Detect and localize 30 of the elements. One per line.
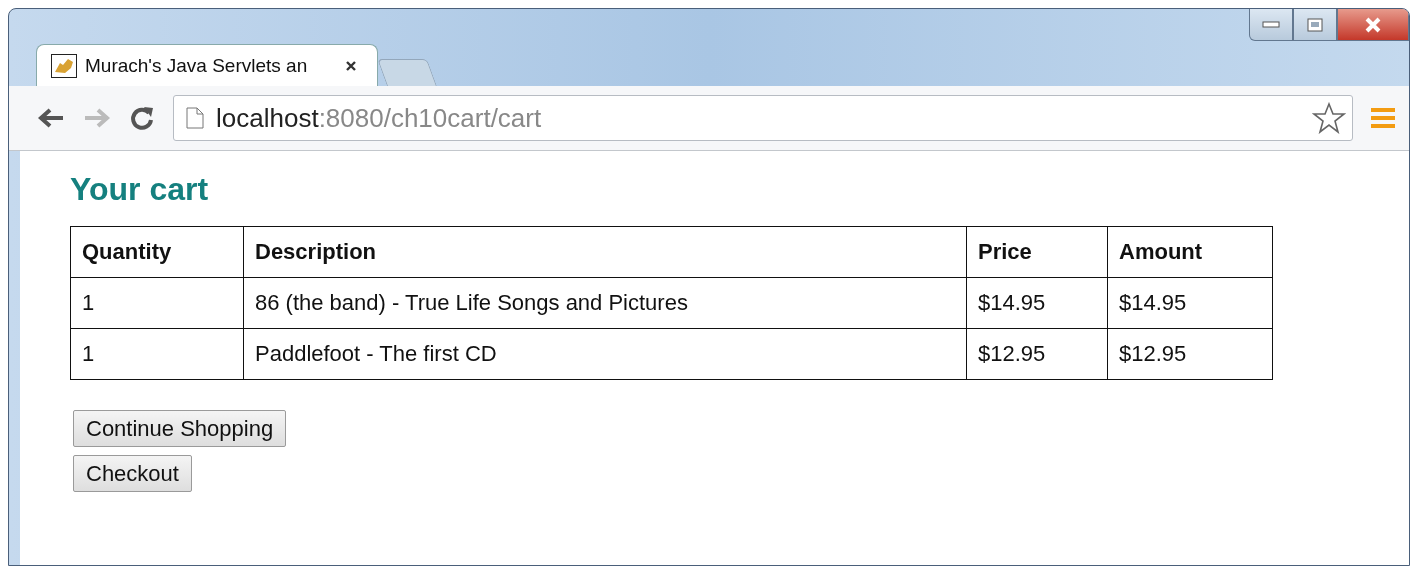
table-cell: $12.95 xyxy=(966,328,1108,380)
page-heading: Your cart xyxy=(70,171,210,208)
close-window-button[interactable] xyxy=(1337,9,1409,41)
maximize-icon xyxy=(1307,17,1323,32)
page-button[interactable]: Continue Shopping xyxy=(73,410,287,447)
table-cell: 1 xyxy=(70,328,244,380)
column-header: Amount xyxy=(1107,226,1273,278)
minimize-button[interactable] xyxy=(1249,9,1293,41)
close-icon[interactable] xyxy=(345,59,357,72)
column-header: Price xyxy=(966,226,1108,278)
url-text: localhost:8080/ch10cart/cart xyxy=(216,102,543,134)
page-icon xyxy=(186,107,204,129)
table-cell: 86 (the band) - True Life Songs and Pictures xyxy=(243,277,967,329)
table-cell: Paddlefoot - The first CD xyxy=(243,328,967,380)
browser-tab[interactable]: Murach's Java Servlets an xyxy=(36,44,378,86)
close-icon xyxy=(1363,16,1383,33)
table-cell: $12.95 xyxy=(1107,328,1273,380)
address-bar[interactable]: localhost:8080/ch10cart/cart xyxy=(173,95,1353,141)
table-cell: $14.95 xyxy=(1107,277,1273,329)
maximize-button[interactable] xyxy=(1293,9,1337,41)
table-cell: 1 xyxy=(70,277,244,329)
column-header: Quantity xyxy=(70,226,244,278)
tab-title: Murach's Java Servlets an xyxy=(85,54,309,77)
star-icon[interactable] xyxy=(1312,102,1346,134)
column-header: Description xyxy=(243,226,967,278)
table-cell: $14.95 xyxy=(966,277,1108,329)
back-icon[interactable] xyxy=(37,107,65,129)
page-button[interactable]: Checkout xyxy=(73,455,192,492)
reload-icon[interactable] xyxy=(129,105,155,131)
minimize-icon xyxy=(1262,20,1280,29)
